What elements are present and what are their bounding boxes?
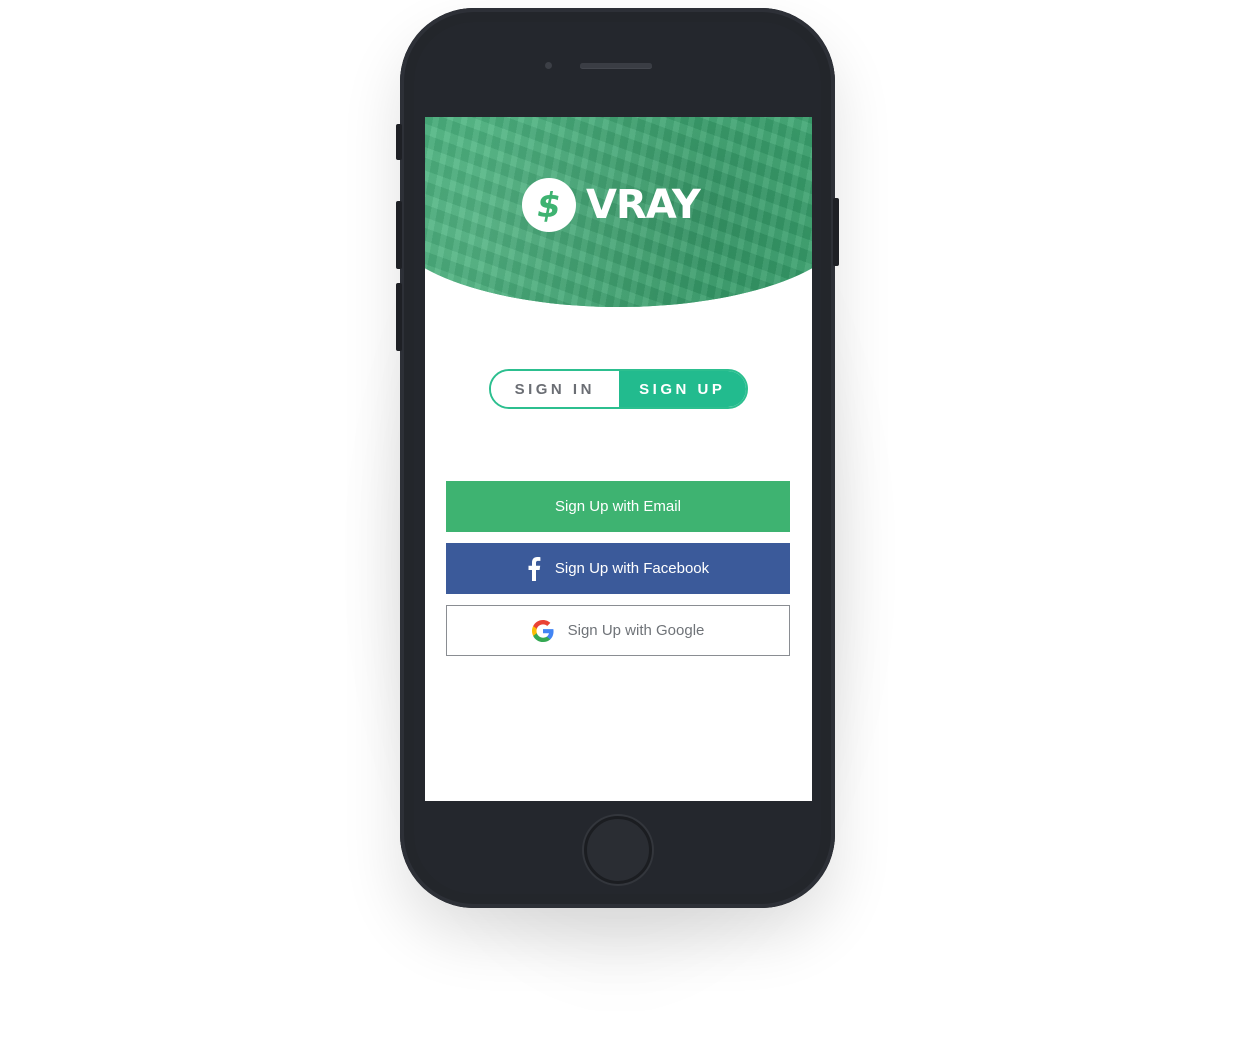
sign-up-email-button[interactable]: Sign Up with Email xyxy=(446,481,790,532)
svg-text:$: $ xyxy=(537,186,561,224)
power-button xyxy=(833,198,839,266)
tab-sign-in[interactable]: SIGN IN xyxy=(491,371,619,407)
volume-down-button xyxy=(396,283,402,351)
stage: $ VRAY SIGN IN SIGN UP Sign Up with Emai… xyxy=(0,0,1240,1053)
sign-up-facebook-button[interactable]: Sign Up with Facebook xyxy=(446,543,790,594)
tab-sign-up[interactable]: SIGN UP xyxy=(618,371,746,407)
app-screen: $ VRAY SIGN IN SIGN UP Sign Up with Emai… xyxy=(425,117,812,801)
sign-up-facebook-label: Sign Up with Facebook xyxy=(554,560,710,577)
volume-up-button xyxy=(396,201,402,269)
dollar-sign-icon: $ xyxy=(522,178,576,232)
auth-mode-toggle[interactable]: SIGN IN SIGN UP xyxy=(489,369,748,409)
front-camera xyxy=(545,62,552,69)
mute-switch xyxy=(396,124,402,160)
sign-up-email-label: Sign Up with Email xyxy=(555,498,681,515)
home-button[interactable] xyxy=(584,816,652,884)
google-icon xyxy=(531,619,554,642)
app-logo: $ VRAY xyxy=(522,178,701,232)
facebook-icon xyxy=(527,556,541,581)
sign-up-google-button[interactable]: Sign Up with Google xyxy=(446,605,790,656)
app-name: VRAY xyxy=(586,182,701,228)
sign-up-google-label: Sign Up with Google xyxy=(567,622,705,639)
earpiece-speaker xyxy=(580,63,652,68)
phone-frame: $ VRAY SIGN IN SIGN UP Sign Up with Emai… xyxy=(396,8,839,908)
